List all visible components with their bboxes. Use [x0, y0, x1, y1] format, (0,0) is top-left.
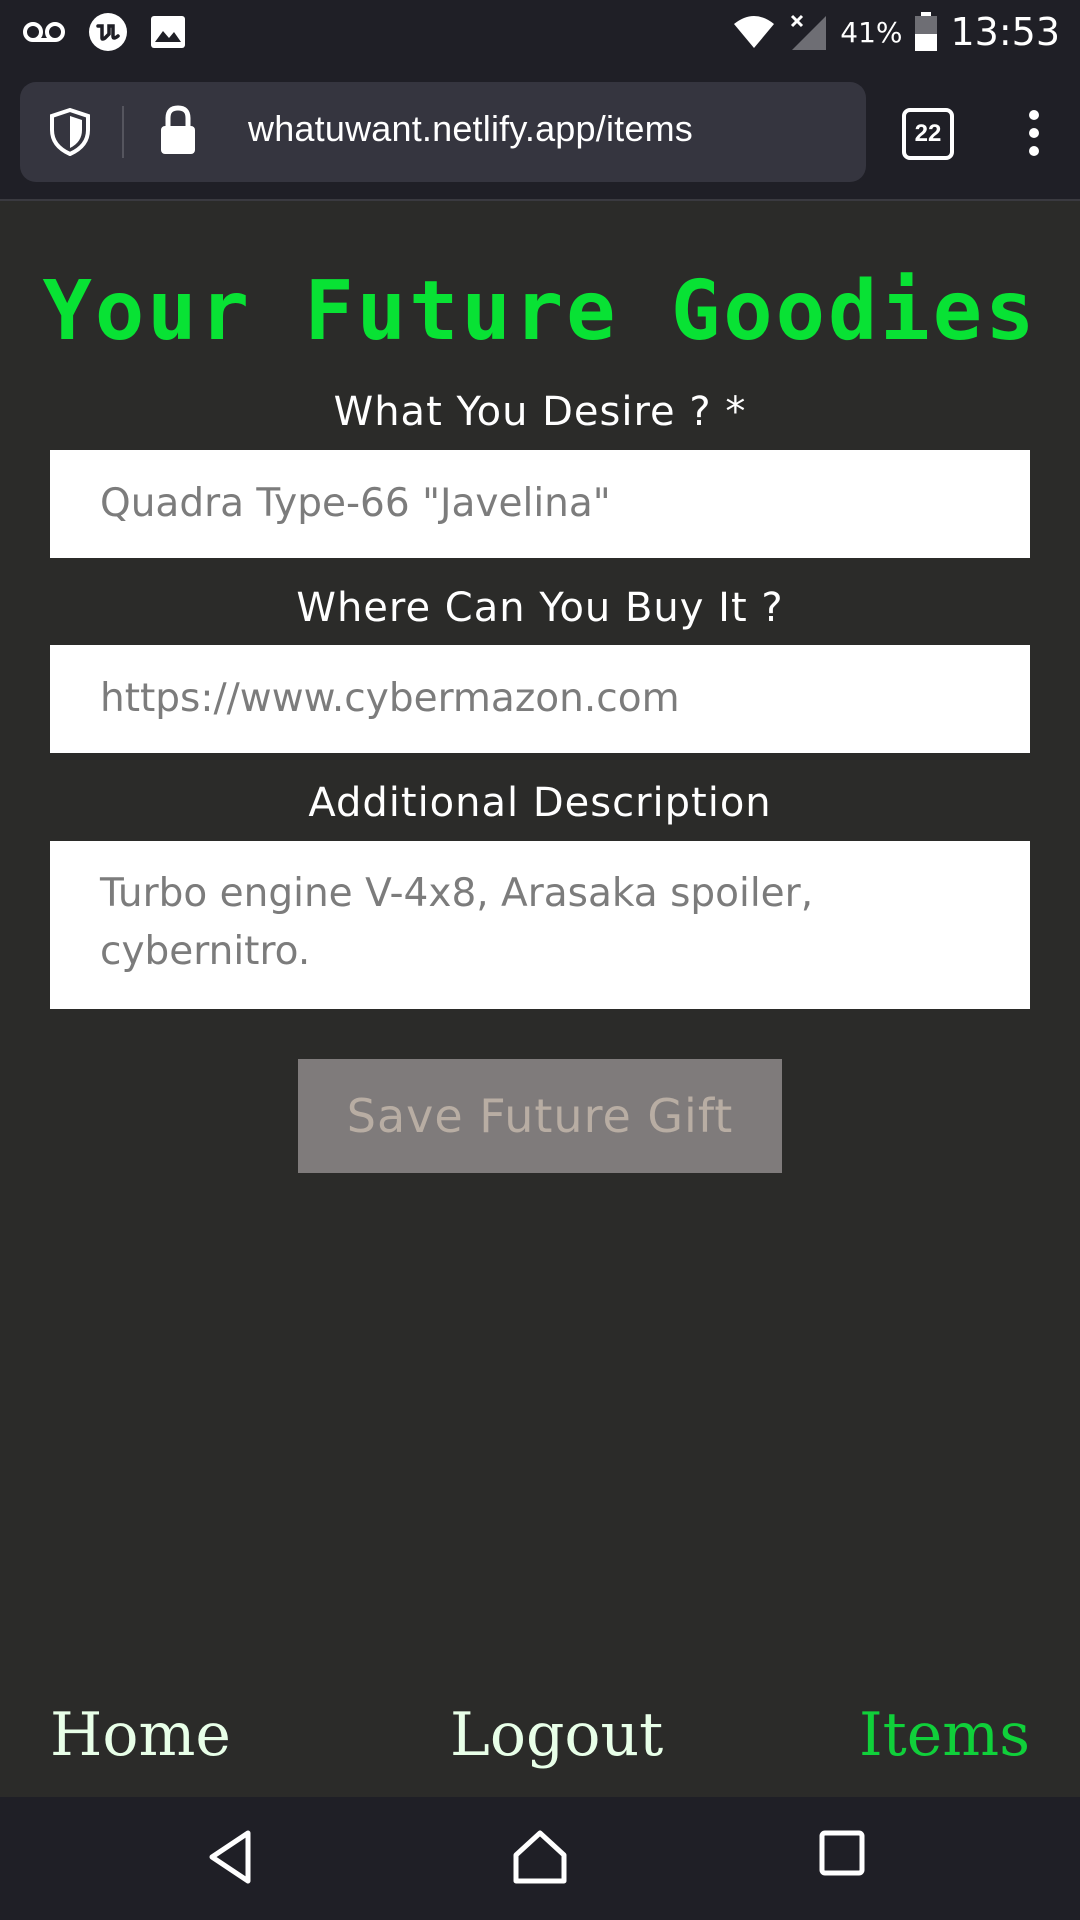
- page-title: Your Future Goodies: [42, 264, 1038, 359]
- app-notification-icon: [89, 13, 127, 51]
- more-vert-icon[interactable]: [1022, 106, 1046, 158]
- save-future-gift-button[interactable]: Save Future Gift: [298, 1059, 782, 1173]
- image-icon: [151, 16, 185, 48]
- shield-icon[interactable]: [48, 108, 92, 156]
- android-navigation-bar: [0, 1797, 1080, 1920]
- description-textarea[interactable]: Turbo engine V-4x8, Arasaka spoiler, cyb…: [50, 841, 1030, 1009]
- url-text[interactable]: whatuwant.netlify.app/items: [248, 108, 693, 150]
- lock-icon[interactable]: [158, 104, 198, 156]
- bottom-nav: Home Logout Items: [0, 1690, 1080, 1780]
- browser-toolbar: whatuwant.netlify.app/items 22: [0, 64, 1080, 201]
- status-bar: 41% 13:53: [0, 0, 1080, 64]
- back-icon[interactable]: [206, 1829, 254, 1885]
- desire-input[interactable]: Quadra Type-66 "Javelina": [50, 450, 1030, 558]
- buy-label: Where Can You Buy It ?: [296, 585, 784, 631]
- status-right-icons: 41% 13:53: [732, 6, 1060, 58]
- tab-switcher-button[interactable]: 22: [902, 108, 954, 160]
- nav-items-link[interactable]: Items: [859, 1690, 1030, 1780]
- buy-url-input[interactable]: https://www.cybermazon.com: [50, 645, 1030, 753]
- signal-icon: [791, 14, 827, 50]
- description-label: Additional Description: [308, 780, 772, 826]
- voicemail-icon: [23, 22, 65, 42]
- recents-icon[interactable]: [818, 1829, 866, 1877]
- home-icon[interactable]: [512, 1829, 568, 1885]
- address-bar[interactable]: whatuwant.netlify.app/items: [20, 82, 866, 182]
- battery-icon: [915, 12, 938, 51]
- clock: 13:53: [950, 10, 1060, 54]
- wifi-icon: [734, 16, 775, 48]
- nav-logout-link[interactable]: Logout: [450, 1690, 663, 1780]
- nav-home-link[interactable]: Home: [50, 1690, 231, 1780]
- desire-label: What You Desire ? *: [333, 389, 747, 435]
- battery-percent: 41%: [840, 15, 903, 49]
- address-divider: [122, 106, 124, 158]
- status-left-icons: [22, 10, 186, 54]
